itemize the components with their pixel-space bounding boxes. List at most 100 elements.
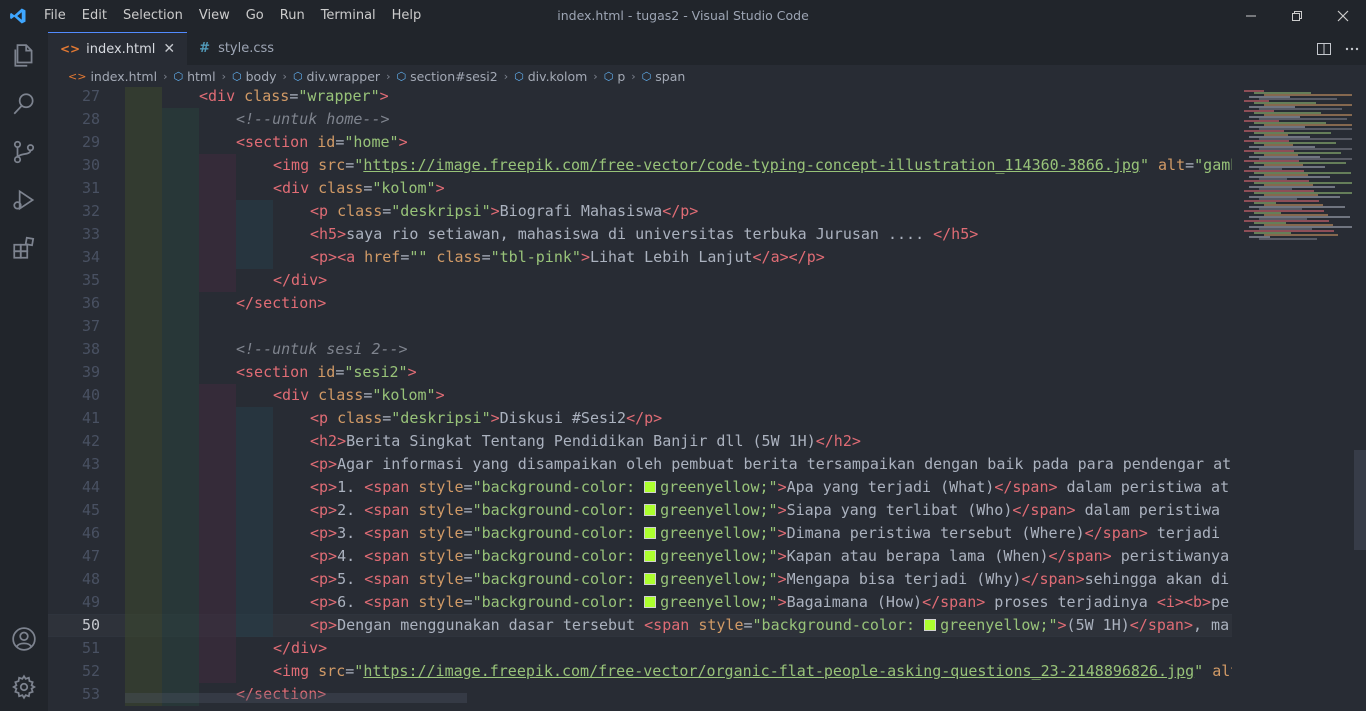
tab-label: style.css	[218, 41, 275, 56]
code-line[interactable]: 27 <div class="wrapper">	[48, 87, 1232, 108]
manage-button[interactable]	[0, 663, 48, 711]
indent-guide	[125, 453, 162, 476]
token-text: , ma	[1192, 616, 1230, 634]
code-text: <p class="deskripsi">Biografi Mahasiswa<…	[310, 200, 698, 223]
symbol-element-icon: ⬡	[292, 69, 303, 83]
code-line[interactable]: 48 <p>5. <span style="background-color: g…	[48, 568, 1232, 591]
breadcrumb-label: body	[245, 68, 277, 84]
menu-selection[interactable]: Selection	[115, 0, 191, 32]
code-line[interactable]: 44 <p>1. <span style="background-color: g…	[48, 476, 1232, 499]
restore-icon	[1292, 11, 1302, 21]
minimap[interactable]	[1232, 87, 1366, 711]
indent-guide	[162, 361, 199, 384]
code-line[interactable]: 39 <section id="sesi2">	[48, 361, 1232, 384]
explorer-button[interactable]	[0, 32, 48, 80]
more-actions-button[interactable]	[1338, 32, 1366, 65]
source-control-button[interactable]	[0, 128, 48, 176]
split-editor-button[interactable]	[1310, 32, 1338, 65]
code-line[interactable]: 50 <p>Dengan menggunakan dasar tersebut <…	[48, 614, 1232, 637]
breadcrumb-item[interactable]: <> index.html	[68, 69, 157, 84]
menu-edit[interactable]: Edit	[74, 0, 115, 32]
token-text: Berita Singkat Tentang Pendidikan Banjir…	[346, 432, 816, 450]
indent-guide	[162, 614, 199, 637]
code-line[interactable]: 49 <p>6. <span style="background-color: g…	[48, 591, 1232, 614]
search-button[interactable]	[0, 80, 48, 128]
color-swatch[interactable]	[644, 550, 657, 562]
code-line[interactable]: 38 <!--untuk sesi 2-->	[48, 338, 1232, 361]
token-tag: >	[1057, 616, 1067, 634]
breadcrumb-item[interactable]: ⬡ p	[604, 69, 626, 84]
menu-go[interactable]: Go	[238, 0, 272, 32]
code-line[interactable]: 51 </div>	[48, 637, 1232, 660]
code-line[interactable]: 29 <section id="home">	[48, 131, 1232, 154]
indent-guide	[162, 108, 199, 131]
color-swatch[interactable]	[644, 573, 657, 585]
code-line[interactable]: 32 <p class="deskripsi">Biografi Mahasisw…	[48, 200, 1232, 223]
code-line[interactable]: 28 <!--untuk home-->	[48, 108, 1232, 131]
menu-file[interactable]: File	[36, 0, 74, 32]
extensions-button[interactable]	[0, 224, 48, 272]
token-punc: =	[463, 501, 473, 519]
tab-index-html[interactable]: <> index.html ✕	[48, 32, 188, 65]
code-line[interactable]: 40 <div class="kolom">	[48, 384, 1232, 407]
code-line[interactable]: 41 <p class="deskripsi">Diskusi #Sesi2</p…	[48, 407, 1232, 430]
indent-guide	[199, 384, 236, 407]
breadcrumb-item[interactable]: ⬡ span	[642, 69, 686, 84]
token-text: 2.	[337, 501, 365, 519]
indent-guide	[125, 545, 162, 568]
code-text: </div>	[273, 269, 327, 292]
menu-terminal[interactable]: Terminal	[313, 0, 384, 32]
breadcrumb-item[interactable]: ⬡ body	[232, 69, 277, 84]
token-attr: style	[409, 593, 464, 611]
indent-guide	[199, 430, 236, 453]
code-line[interactable]: 52 <img src="https://image.freepik.com/fr…	[48, 660, 1232, 683]
color-swatch[interactable]	[924, 619, 937, 631]
code-line[interactable]: 46 <p>3. <span style="background-color: g…	[48, 522, 1232, 545]
code-line[interactable]: 33 <h5>saya rio setiawan, mahasiswa di un…	[48, 223, 1232, 246]
breadcrumb-item[interactable]: ⬡ section#sesi2	[396, 69, 497, 84]
horizontal-scrollbar[interactable]	[125, 693, 467, 703]
indent-guide	[162, 637, 199, 660]
code-line[interactable]: 45 <p>2. <span style="background-color: g…	[48, 499, 1232, 522]
token-text: 4.	[337, 547, 365, 565]
token-tag: <div	[273, 179, 310, 197]
code-line[interactable]: 36 </section>	[48, 292, 1232, 315]
token-tag: <span	[364, 478, 410, 496]
code-text: <p>Dengan menggunakan dasar tersebut <sp…	[310, 614, 1229, 637]
code-line[interactable]: 37	[48, 315, 1232, 338]
code-text: <img src="https://image.freepik.com/free…	[273, 660, 1232, 683]
code-line[interactable]: 30 <img src="https://image.freepik.com/fr…	[48, 154, 1232, 177]
code-line[interactable]: 42 <h2>Berita Singkat Tentang Pendidikan …	[48, 430, 1232, 453]
color-swatch[interactable]	[644, 504, 657, 516]
color-swatch[interactable]	[644, 481, 657, 493]
code-line[interactable]: 31 <div class="kolom">	[48, 177, 1232, 200]
minimize-button[interactable]	[1228, 0, 1274, 32]
menu-view[interactable]: View	[191, 0, 238, 32]
vertical-scrollbar[interactable]	[1354, 450, 1366, 550]
indent-guide	[199, 568, 236, 591]
color-swatch[interactable]	[644, 596, 657, 608]
close-window-button[interactable]	[1320, 0, 1366, 32]
tab-close-icon[interactable]: ✕	[163, 41, 175, 57]
indent-guide	[125, 660, 162, 683]
code-line[interactable]: 34 <p><a href="" class="tbl-pink">Lihat L…	[48, 246, 1232, 269]
token-tag: <span	[364, 547, 410, 565]
menu-help[interactable]: Help	[384, 0, 430, 32]
accounts-button[interactable]	[0, 615, 48, 663]
tab-style-css[interactable]: # style.css	[187, 32, 286, 65]
color-swatch[interactable]	[644, 527, 657, 539]
token-text: Bagaimana (How)	[786, 593, 923, 611]
code-line[interactable]: 43 <p>Agar informasi yang disampaikan ole…	[48, 453, 1232, 476]
indent-guide	[125, 407, 162, 430]
run-debug-button[interactable]	[0, 176, 48, 224]
restore-button[interactable]	[1274, 0, 1320, 32]
breadcrumb-item[interactable]: ⬡ html	[174, 69, 216, 84]
chevron-right-icon: ›	[593, 69, 598, 83]
menu-run[interactable]: Run	[272, 0, 313, 32]
breadcrumb-item[interactable]: ⬡ div.wrapper	[293, 69, 380, 84]
code-line[interactable]: 35 </div>	[48, 269, 1232, 292]
code-line[interactable]: 47 <p>4. <span style="background-color: g…	[48, 545, 1232, 568]
code-editor[interactable]: 27 <div class="wrapper"> 28 <!--untuk home-…	[48, 87, 1232, 711]
breadcrumb-item[interactable]: ⬡ div.kolom	[514, 69, 587, 84]
token-punc: =	[463, 524, 473, 542]
